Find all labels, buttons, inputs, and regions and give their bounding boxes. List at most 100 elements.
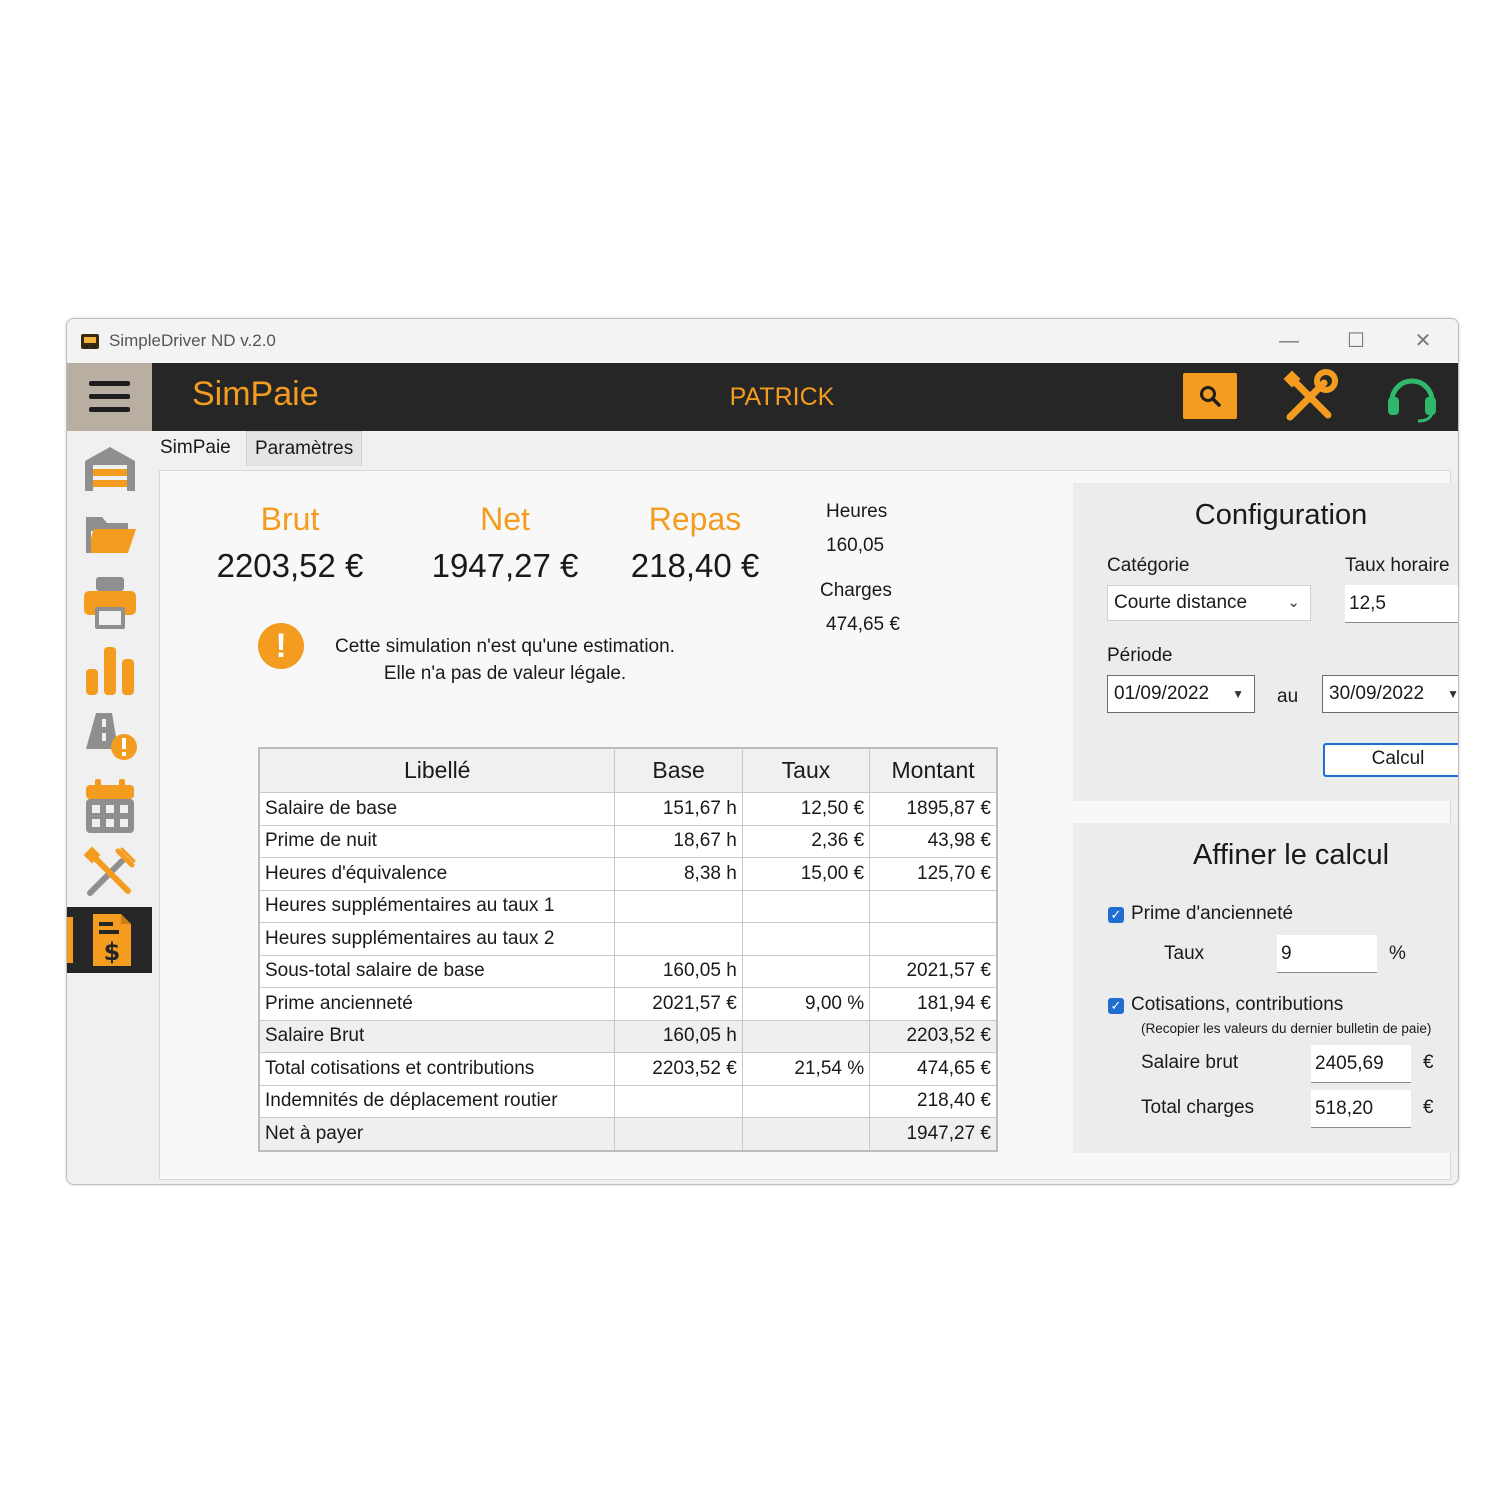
sidebar-item-garage[interactable] [67,437,152,503]
cell-base: 160,05 h [614,954,743,988]
garage-icon [85,447,135,491]
app-logo-icon [81,334,99,349]
app-window: SimpleDriver ND v.2.0 — ☐ ✕ SimPaie PATR… [66,318,1459,1185]
taux-horaire-input[interactable] [1345,585,1458,623]
cell-taux: 21,54 % [741,1052,871,1086]
table-row[interactable]: Prime ancienneté 2021,57 €9,00 % 181,94 € [258,987,998,1021]
search-button[interactable] [1183,373,1237,419]
cell-base: 2203,52 € [614,1052,743,1086]
configuration-panel: Configuration Catégorie Courte distance … [1073,483,1459,801]
cell-montant: 125,70 € [869,857,998,891]
bar-chart-icon [86,647,134,695]
date-from-picker[interactable]: 01/09/2022 ▼ [1107,675,1255,713]
taux-anciennete-input[interactable] [1277,935,1377,973]
cell-libelle: Salaire de base [258,792,616,826]
cell-base [614,1117,743,1151]
table-header-row: Libellé Base Taux Montant [258,747,998,793]
cell-taux [741,922,871,956]
table-row[interactable]: Heures d'équivalence 8,38 h 15,00 €125,70 … [258,857,998,891]
date-to-picker[interactable]: 30/09/2022 ▼ [1322,675,1459,713]
cell-montant: 1895,87 € [869,792,998,826]
search-icon [1200,386,1221,407]
cell-taux [741,889,871,923]
cotisations-checkbox[interactable]: ✓ [1108,998,1124,1014]
repas-label: Repas [648,501,742,537]
configuration-title: Configuration [1194,499,1368,531]
table-row[interactable]: Salaire Brut 160,05 h 2203,52 € [258,1019,998,1053]
column-header-base[interactable]: Base [614,747,743,793]
brut-label: Brut [260,501,320,537]
salaire-brut-label: Salaire brut [1141,1052,1239,1073]
sidebar-item-payslip[interactable]: $ [67,907,152,973]
table-row[interactable]: Prime de nuit 18,67 h 2,36 €43,98 € [258,824,998,858]
affiner-panel: Affiner le calcul ✓ Prime d'ancienneté T… [1073,823,1458,1153]
user-name: PATRICK [729,383,835,411]
cell-montant: 2203,52 € [869,1019,998,1053]
warning-text-line1: Cette simulation n'est qu'une estimation… [335,636,675,657]
sidebar-item-print[interactable] [67,569,152,635]
column-header-montant[interactable]: Montant [869,747,998,793]
sidebar-item-stats[interactable] [67,635,152,701]
prime-anciennete-checkbox[interactable]: ✓ [1108,907,1124,923]
charges-value: 474,65 € [826,614,900,635]
tools-icon[interactable] [1280,367,1340,427]
table-row[interactable]: Heures supplémentaires au taux 2 [258,922,998,956]
table-row[interactable]: Salaire de base 151,67 h 12,50 €1895,87 € [258,792,998,826]
total-charges-label: Total charges [1141,1097,1255,1118]
hamburger-icon-bar [89,407,130,412]
warning-text-line2: Elle n'a pas de valeur légale. [383,663,627,684]
cell-base [614,889,743,923]
printer-icon [84,577,136,629]
hamburger-icon [89,381,130,386]
total-charges-input[interactable] [1311,1090,1411,1128]
table-row[interactable]: Indemnités de déplacement routier 218,40 … [258,1084,998,1118]
sidebar-item-tools[interactable] [67,839,152,905]
hamburger-menu-button[interactable] [67,363,152,431]
tab-parametres[interactable]: Paramètres [246,431,363,466]
window-title: SimpleDriver ND v.2.0 [109,331,276,350]
cell-montant: 218,40 € [869,1084,998,1118]
sidebar-item-road-warning[interactable] [67,703,152,769]
cell-libelle: Heures d'équivalence [258,857,616,891]
table-row[interactable]: Heures supplémentaires au taux 1 [258,889,998,923]
cell-taux: 15,00 € [741,857,871,891]
cotisations-note: (Recopier les valeurs du dernier bulleti… [1141,1021,1432,1036]
sidebar-item-folder[interactable] [67,503,152,569]
cell-taux: 9,00 % [741,987,871,1021]
warning-icon: ! [258,623,304,669]
cell-montant: 181,94 € [869,987,998,1021]
cell-taux [741,1117,871,1151]
categorie-select[interactable]: Courte distance ⌄ [1107,585,1311,621]
close-button[interactable]: ✕ [1400,325,1446,357]
calcul-button[interactable]: Calcul [1323,743,1458,777]
tab-simpaie[interactable]: SimPaie [152,431,239,465]
cell-taux [741,954,871,988]
cell-libelle: Heures supplémentaires au taux 1 [258,889,616,923]
column-header-taux[interactable]: Taux [741,747,871,793]
sidebar-item-calendar[interactable] [67,771,152,837]
cell-base: 8,38 h [614,857,743,891]
cell-taux [741,1084,871,1118]
cell-base: 151,67 h [614,792,743,826]
taux-anciennete-unit: % [1389,943,1406,964]
cell-montant: 2021,57 € [869,954,998,988]
maximize-button[interactable]: ☐ [1333,325,1379,357]
app-name: SimPaie [192,375,319,413]
cell-taux [741,1019,871,1053]
column-header-libelle[interactable]: Libellé [258,747,616,793]
table-row[interactable]: Total cotisations et contributions 2203,5… [258,1052,998,1086]
salaire-brut-input[interactable] [1311,1045,1411,1083]
total-charges-unit: € [1423,1097,1434,1118]
cell-base: 160,05 h [614,1019,743,1053]
heures-value: 160,05 [826,535,885,556]
table-row[interactable]: Sous-total salaire de base 160,05 h 2021,5… [258,954,998,988]
support-headset-icon[interactable] [1382,367,1442,427]
sidebar: $ [67,431,152,1184]
caret-down-icon: ▼ [1447,687,1459,701]
table-row[interactable]: Net à payer 1947,27 € [258,1117,998,1151]
caret-down-icon: ▼ [1232,687,1244,701]
repas-value: 218,40 € [630,547,760,584]
minimize-button[interactable]: — [1266,325,1312,357]
cell-base [614,1084,743,1118]
au-label: au [1277,686,1299,707]
